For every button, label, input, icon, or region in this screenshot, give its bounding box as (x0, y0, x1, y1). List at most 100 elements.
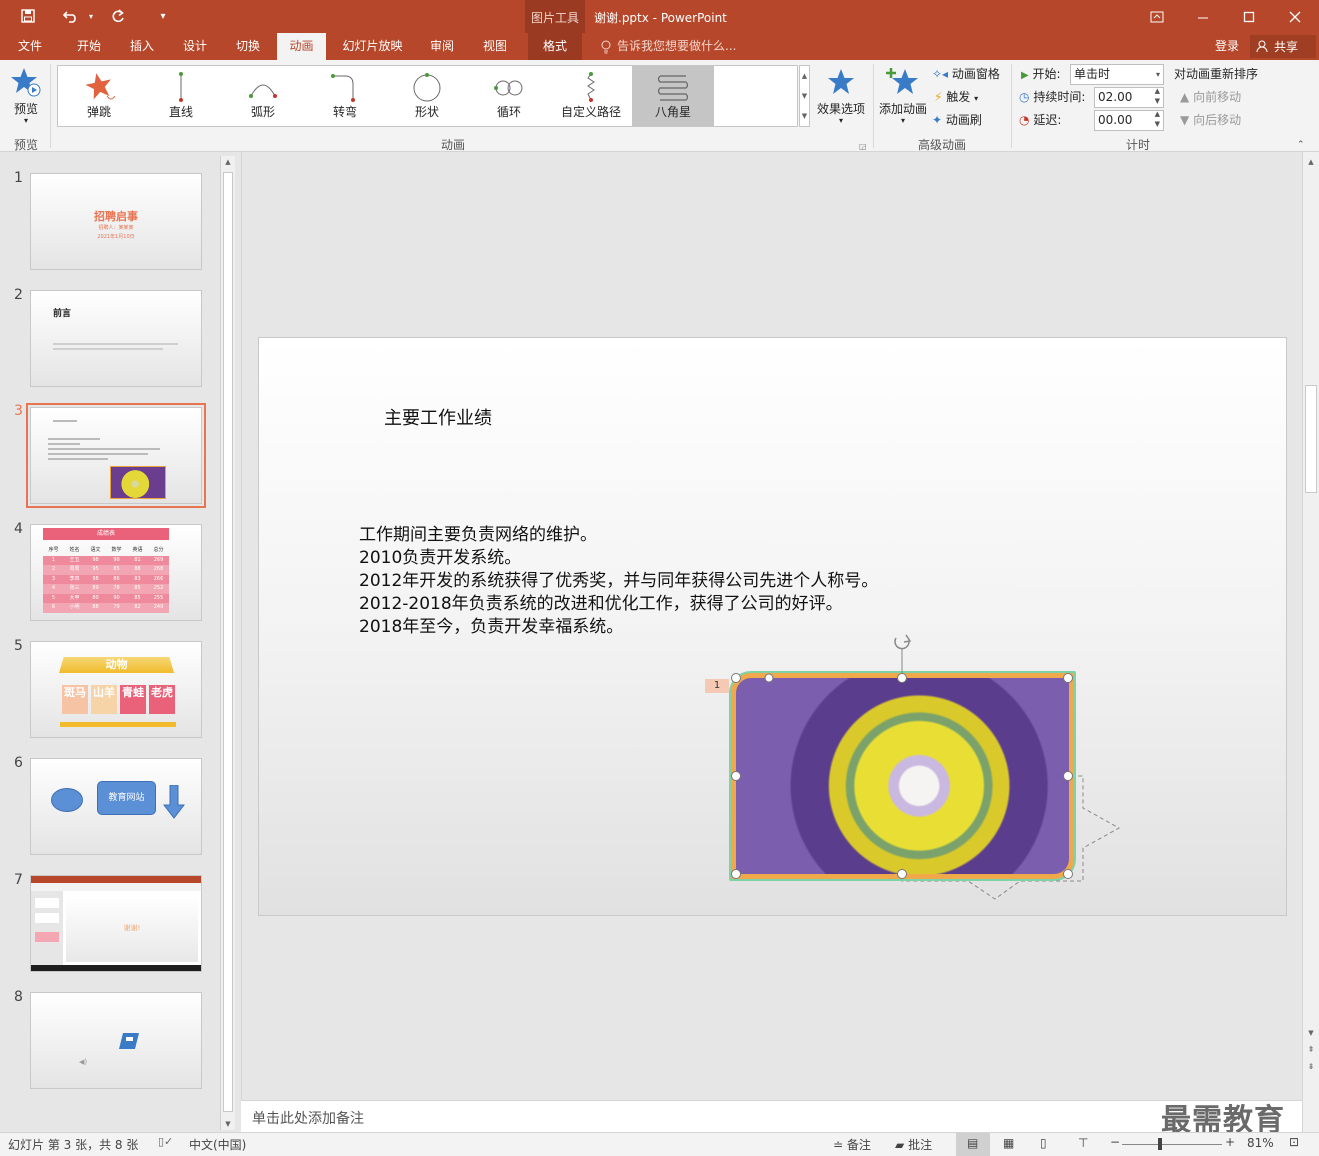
ribbon-display-options-icon[interactable] (1146, 6, 1168, 28)
slide-body[interactable]: 工作期间主要负责网络的维护。 2010负责开发系统。 2012年开发的系统获得了… (359, 524, 878, 639)
thumb-card: 斑马 (62, 685, 88, 714)
fit-slide-icon[interactable]: ⊡ (1289, 1135, 1299, 1149)
minimize-icon[interactable] (1192, 6, 1214, 28)
scroll-thumb[interactable] (1305, 385, 1317, 493)
gallery-item-turn[interactable]: 转弯 (304, 66, 386, 126)
spellcheck-icon[interactable]: ▯✓ (158, 1135, 173, 1148)
thumbnail-slide-7[interactable]: 谢谢! (30, 875, 202, 972)
tab-insert[interactable]: 插入 (121, 33, 163, 60)
thumb-table-cell: 王五 (69, 556, 80, 563)
tab-view[interactable]: 视图 (474, 33, 516, 60)
close-icon[interactable] (1284, 6, 1306, 28)
gallery-item-shape[interactable]: 形状 (386, 66, 468, 126)
trigger-button[interactable]: ⚡ 触发 ▾ (934, 87, 978, 107)
dialog-launcher-icon[interactable]: ◲ (859, 142, 867, 151)
preview-button[interactable]: 预览 ▾ (6, 64, 46, 130)
thumb-table-cell: 李四 (69, 575, 80, 582)
gallery-item-loop[interactable]: 循环 (468, 66, 550, 126)
spinner-arrows-icon[interactable]: ▲ ▼ (1155, 86, 1160, 106)
thumbnail-slide-6[interactable]: 教育网站 (30, 758, 202, 855)
scroll-down-icon[interactable]: ▼ (1303, 1029, 1319, 1037)
gallery-item-bounce[interactable]: 弹跳 (58, 66, 140, 126)
thumbnail-slide-5[interactable]: 动物 斑马 山羊 青蛙 老虎 (30, 641, 202, 738)
gallery-item-octagon-star[interactable]: 八角星 (632, 66, 714, 126)
thumbnail-slide-4[interactable]: 成绩表 序号 姓名 语文 数学 英语 总分 1 王五 98 90 81 269 2 周周 95 85 88 268… (30, 524, 202, 621)
gallery-item-arc[interactable]: 弧形 (222, 66, 304, 126)
spinner-arrows-icon[interactable]: ▲ ▼ (1155, 109, 1160, 129)
zoom-slider[interactable] (1122, 1144, 1222, 1145)
animation-painter-button[interactable]: ✦ 动画刷 (932, 110, 982, 130)
sorter-view-icon[interactable]: ▦ (1003, 1136, 1014, 1150)
thumb-table-cell: 90 (113, 594, 120, 601)
signin-link[interactable]: 登录 (1207, 33, 1247, 60)
gallery-item-line[interactable]: 直线 (140, 66, 222, 126)
slide-title[interactable]: 主要工作业绩 (384, 404, 492, 430)
editor-scrollbar[interactable]: ▲ ▼ ⇞ ⇟ (1302, 152, 1319, 1132)
body-line: 2012年开发的系统获得了优秀奖，并与同年获得公司先进个人称号。 (359, 571, 879, 591)
next-slide-icon[interactable]: ⇟ (1303, 1062, 1319, 1071)
tab-file[interactable]: 文件 (10, 33, 50, 60)
maximize-icon[interactable] (1238, 6, 1260, 28)
thumb-speaker-icon: ◀) (79, 1058, 88, 1066)
thumb-table-row: 6 小明 88 79 82 249 (43, 603, 169, 613)
save-icon[interactable] (17, 5, 39, 27)
thumbnail-slide-1[interactable]: 招聘启事 招聘人：某某某 2021年1月10日 (30, 173, 202, 270)
scroll-up-icon[interactable]: ▲ (221, 158, 235, 166)
comments-toggle[interactable]: ▰ 批注 (895, 1136, 932, 1153)
undo-dropdown-icon[interactable]: ▾ (80, 5, 102, 27)
reading-view-icon[interactable]: ▯ (1040, 1136, 1047, 1150)
thumbnail-slide-2[interactable]: 前言 (30, 290, 202, 387)
zoom-out-icon[interactable]: − (1110, 1135, 1120, 1149)
duration-spinner[interactable]: 02.00 ▲ ▼ (1094, 87, 1164, 108)
delay-spinner[interactable]: 00.00 ▲ ▼ (1094, 110, 1164, 131)
customize-toolbar-icon[interactable]: ▾ (152, 5, 174, 27)
notes-pane[interactable]: 单击此处添加备注 最需教育 (241, 1100, 1302, 1138)
gallery-more-icon[interactable]: ▼ (800, 106, 809, 126)
thumbnail-slide-8[interactable]: ◀) (30, 992, 202, 1089)
move-earlier-button[interactable]: ▲ 向前移动 (1180, 87, 1241, 107)
add-animation-button[interactable]: 添加动画 ▾ (877, 64, 929, 130)
animation-pane-label: 动画窗格 (951, 67, 1000, 81)
animation-pane-button[interactable]: ✧◂ 动画窗格 (932, 64, 1000, 84)
gallery-item-custom-path[interactable]: 自定义路径 (550, 66, 632, 126)
tab-slideshow[interactable]: 幻灯片放映 (335, 33, 410, 60)
tab-transitions[interactable]: 切换 (227, 33, 269, 60)
selection-handles[interactable] (725, 630, 1085, 890)
thumbnail-scrollbar[interactable]: ▲ ▼ (220, 156, 235, 1130)
start-select[interactable]: 单击时 ▾ (1070, 64, 1164, 85)
notes-toggle[interactable]: ≐ 备注 (833, 1136, 871, 1153)
gallery-label: 弹跳 (86, 105, 111, 119)
tab-review[interactable]: 审阅 (421, 33, 463, 60)
thumbnail-slide-3[interactable] (26, 403, 206, 508)
gallery-scroll[interactable]: ▲ ▼ ▼ (799, 65, 810, 127)
language-indicator[interactable]: 中文(中国) (189, 1136, 246, 1153)
zoom-level[interactable]: 81% (1247, 1136, 1274, 1150)
thumb-text: 谢谢! (123, 924, 141, 932)
share-button[interactable]: 共享 (1250, 35, 1316, 58)
zoom-in-icon[interactable]: + (1225, 1135, 1235, 1149)
scroll-thumb[interactable] (223, 172, 233, 1112)
tab-animations[interactable]: 动画 (277, 33, 326, 60)
add-animation-label: 添加动画 (878, 102, 927, 116)
slideshow-view-icon[interactable]: ⊤ (1078, 1136, 1088, 1150)
tab-home[interactable]: 开始 (68, 33, 110, 60)
thumb-line (48, 448, 160, 450)
normal-view-button[interactable]: ▤ (956, 1133, 990, 1156)
thumb-table-cell: 序号 (48, 547, 59, 553)
tell-me-box[interactable]: 告诉我您想要做什么... (617, 33, 736, 60)
effect-options-button[interactable]: 效果选项 ▾ (814, 64, 868, 130)
previous-slide-icon[interactable]: ⇞ (1303, 1045, 1319, 1054)
tab-design[interactable]: 设计 (174, 33, 216, 60)
move-later-button[interactable]: ▼ 向后移动 (1180, 110, 1241, 130)
notes-icon: ≐ (833, 1138, 844, 1152)
undo-icon[interactable] (60, 5, 82, 27)
thumb-line (48, 438, 100, 440)
zoom-slider-thumb[interactable] (1158, 1138, 1162, 1150)
tab-format[interactable]: 格式 (528, 33, 582, 60)
scroll-up-icon[interactable]: ▲ (1303, 158, 1319, 166)
redo-icon[interactable] (107, 5, 129, 27)
gallery-scroll-up-icon[interactable]: ▲ (800, 66, 809, 86)
collapse-ribbon-icon[interactable]: ⌃ (1297, 140, 1305, 150)
scroll-down-icon[interactable]: ▼ (221, 1120, 235, 1128)
gallery-scroll-down-icon[interactable]: ▼ (800, 86, 809, 106)
